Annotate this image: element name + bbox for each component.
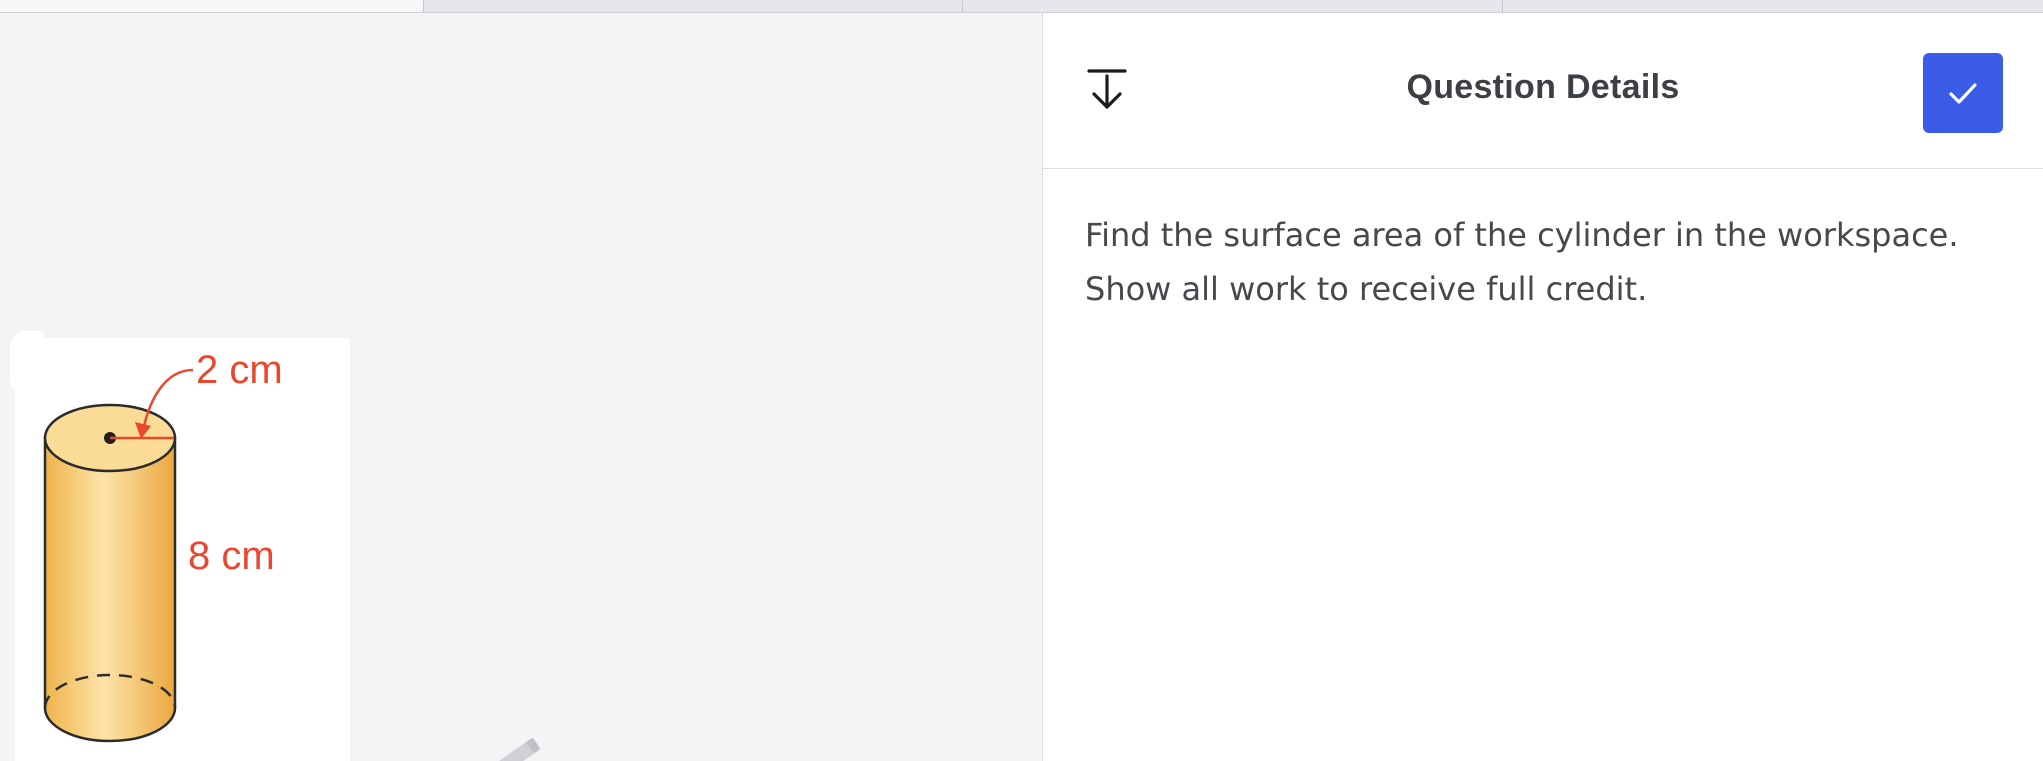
check-icon — [1949, 83, 1977, 104]
panel-header: Question Details — [1043, 13, 2043, 169]
cylinder-figure: 2 cm 8 cm — [43, 348, 283, 743]
cylinder-body — [43, 436, 177, 743]
workspace-canvas[interactable]: 2 cm 8 cm — [0, 13, 1042, 761]
tab-1[interactable] — [0, 0, 424, 12]
question-line-2: Show all work to receive full credit. — [1085, 270, 1648, 308]
pencil-icon — [488, 735, 548, 761]
question-line-1: Find the surface area of the cylinder in… — [1085, 216, 1959, 254]
cylinder-figure-card[interactable]: 2 cm 8 cm — [15, 338, 350, 761]
confirm-button[interactable] — [1923, 53, 2003, 133]
page: 2 cm 8 cm Question Details Find the surf… — [0, 0, 2043, 761]
tab-3[interactable] — [963, 0, 1503, 12]
question-details-panel: Question Details Find the surface area o… — [1042, 13, 2043, 761]
question-text: Find the surface area of the cylinder in… — [1085, 208, 2015, 316]
tab-strip — [0, 0, 2043, 13]
radius-label: 2 cm — [196, 348, 283, 392]
height-label: 8 cm — [188, 534, 275, 578]
panel-title: Question Details — [1406, 68, 1680, 106]
tab-2[interactable] — [424, 0, 963, 12]
tab-4[interactable] — [1503, 0, 2043, 12]
